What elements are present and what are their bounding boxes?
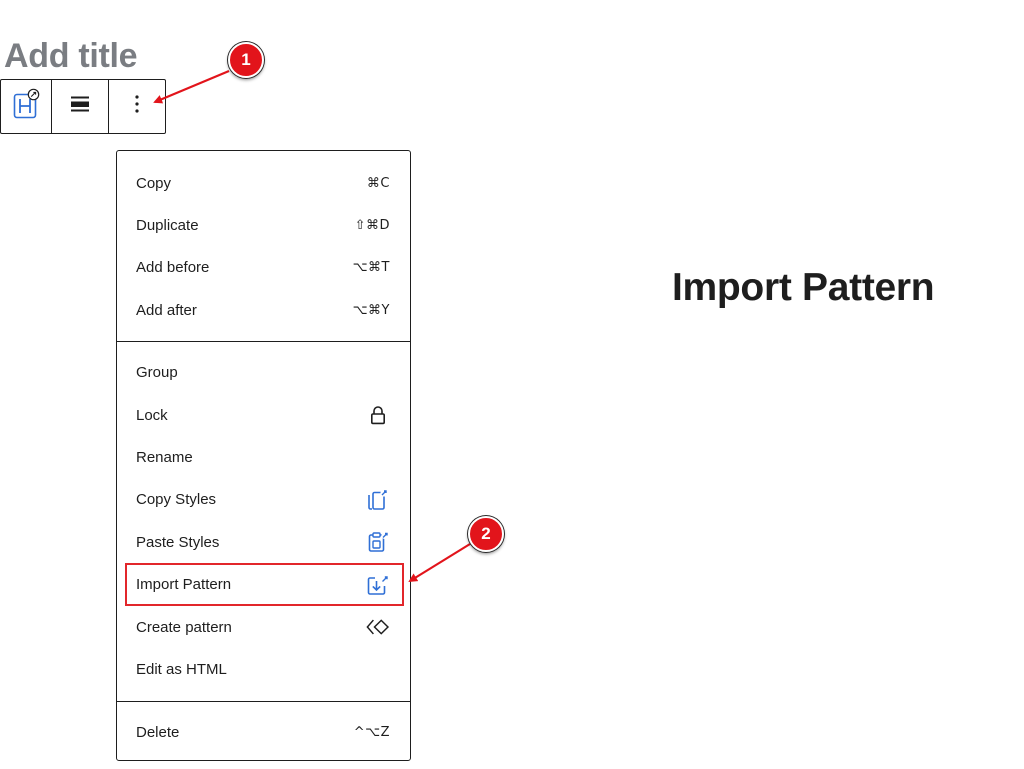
menu-item-label: Add after [136,301,197,319]
menu-group-tools: Group Lock Rename Copy Styles Paste Styl… [117,342,410,702]
menu-item-label: Add before [136,259,210,277]
menu-item-create-pattern[interactable]: Create pattern [117,606,410,648]
menu-item-add-after[interactable]: Add after ⌥⌘Y [117,289,410,331]
post-title-placeholder[interactable]: Add title [4,34,138,78]
menu-item-label: Copy Styles [136,491,217,509]
menu-item-add-before[interactable]: Add before ⌥⌘T [117,247,410,289]
menu-item-label: Rename [136,449,193,467]
justify-align-icon [70,95,90,118]
menu-item-label: Delete [136,724,180,742]
import-pattern-icon [366,573,390,597]
menu-item-copy-styles[interactable]: Copy Styles [117,479,410,521]
block-type-button[interactable] [1,80,52,133]
menu-item-shortcut: ^⌥Z [353,725,390,741]
lock-icon [366,403,390,427]
heading-block-icon [12,88,40,125]
menu-item-edit-as-html[interactable]: Edit as HTML [117,648,410,690]
annotation-badge-2: 2 [468,516,504,552]
block-toolbar [0,79,166,134]
menu-item-lock[interactable]: Lock [117,394,410,436]
menu-group-delete: Delete ^⌥Z [117,702,410,764]
options-button[interactable] [109,80,165,133]
annotation-arrow-2 [408,543,471,583]
menu-item-shortcut: ⌥⌘T [352,260,390,276]
menu-item-shortcut: ⇧⌘D [354,218,390,234]
menu-item-paste-styles[interactable]: Paste Styles [117,521,410,563]
block-options-menu: Copy ⌘C Duplicate ⇧⌘D Add before ⌥⌘T Add… [116,150,411,761]
annotation-badge-1: 1 [228,42,264,78]
align-button[interactable] [52,80,109,133]
menu-item-delete[interactable]: Delete ^⌥Z [117,712,410,754]
menu-item-duplicate[interactable]: Duplicate ⇧⌘D [117,204,410,246]
menu-item-label: Import Pattern [136,576,232,594]
annotation-arrow-1 [153,69,230,104]
menu-item-shortcut: ⌥⌘Y [352,302,390,318]
feature-heading: Import Pattern [672,266,935,309]
menu-item-label: Copy [136,174,172,192]
menu-item-rename[interactable]: Rename [117,436,410,478]
more-vertical-icon [134,94,140,119]
create-pattern-icon [366,615,390,639]
menu-group-clipboard: Copy ⌘C Duplicate ⇧⌘D Add before ⌥⌘T Add… [117,151,410,342]
menu-item-import-pattern[interactable]: Import Pattern [117,564,410,606]
menu-item-label: Create pattern [136,618,232,636]
menu-item-shortcut: ⌘C [366,175,390,191]
menu-item-label: Paste Styles [136,533,220,551]
menu-item-group[interactable]: Group [117,352,410,394]
menu-item-label: Duplicate [136,217,199,235]
menu-item-label: Lock [136,406,168,424]
menu-item-copy[interactable]: Copy ⌘C [117,162,410,204]
menu-item-label: Edit as HTML [136,660,227,678]
paste-styles-icon [366,530,390,554]
copy-styles-icon [366,488,390,512]
menu-item-label: Group [136,364,178,382]
